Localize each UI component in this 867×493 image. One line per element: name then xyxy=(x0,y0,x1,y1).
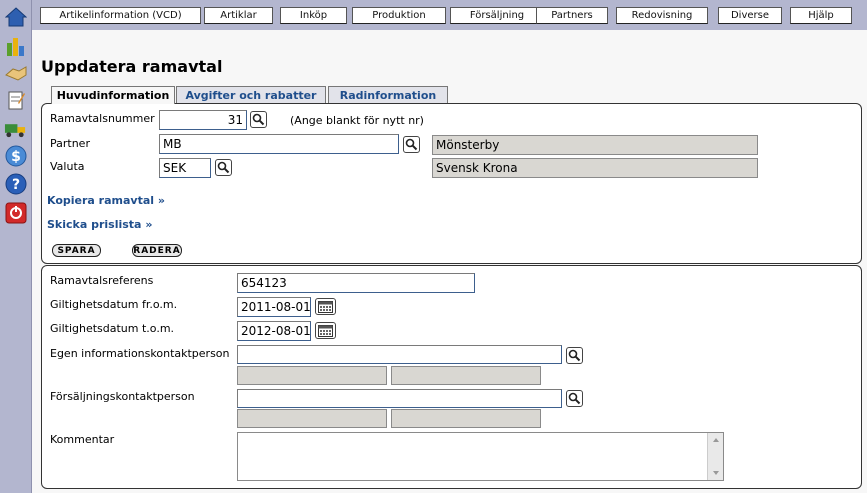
ramavtalsreferens-label: Ramavtalsreferens xyxy=(50,274,154,287)
handshake-icon[interactable] xyxy=(4,61,27,84)
page-title: Uppdatera ramavtal xyxy=(41,57,223,76)
kommentar-textarea[interactable] xyxy=(237,432,724,481)
menu-produktion[interactable]: Produktion xyxy=(352,7,446,24)
giltig-from-label: Giltighetsdatum fr.o.m. xyxy=(50,298,178,311)
menu-partners[interactable]: Partners xyxy=(536,7,608,24)
menu-inkop[interactable]: Inköp xyxy=(280,7,347,24)
valuta-name-display: Svensk Krona xyxy=(432,158,758,178)
search-icon xyxy=(405,138,418,151)
menu-forsaljning[interactable]: Försäljning xyxy=(450,7,544,24)
calendar-icon xyxy=(318,300,333,313)
valuta-label: Valuta xyxy=(50,160,85,173)
home-icon[interactable] xyxy=(4,5,27,28)
help-icon[interactable]: ? xyxy=(4,172,27,195)
partner-label: Partner xyxy=(50,137,90,150)
truck-icon[interactable] xyxy=(4,117,27,140)
ramavtalsnummer-search-button[interactable] xyxy=(250,111,267,128)
kopiera-ramavtal-link[interactable]: Kopiera ramavtal » xyxy=(47,194,165,207)
top-menu-bar: Artikelinformation (VCD) Artiklar Inköp … xyxy=(32,0,867,30)
menu-hjalp[interactable]: Hjälp xyxy=(790,7,852,24)
partner-search-button[interactable] xyxy=(403,136,420,153)
menu-artiklar[interactable]: Artiklar xyxy=(204,7,273,24)
giltig-tom-field[interactable]: 2012-08-01 xyxy=(237,321,311,341)
partner-name-display: Mönsterby xyxy=(432,135,758,155)
menu-diverse[interactable]: Diverse xyxy=(718,7,782,24)
power-icon[interactable] xyxy=(4,201,27,224)
skicka-prislista-link[interactable]: Skicka prislista » xyxy=(47,218,152,231)
forsaljningskontakt-readonly-2 xyxy=(391,409,541,428)
forsaljningskontakt-search-button[interactable] xyxy=(566,390,583,407)
partner-field[interactable]: MB xyxy=(159,134,399,154)
ramavtalsreferens-field[interactable]: 654123 xyxy=(237,273,475,293)
egen-kontaktperson-label: Egen informationskontaktperson xyxy=(50,347,230,360)
notepad-icon[interactable] xyxy=(4,88,27,111)
left-icon-rail: $ ? xyxy=(0,0,31,493)
ramavtalsnummer-field[interactable]: 31 xyxy=(159,110,247,130)
egen-kontaktperson-search-button[interactable] xyxy=(566,347,583,364)
chart-icon[interactable] xyxy=(4,34,27,57)
menu-redovisning[interactable]: Redovisning xyxy=(616,7,708,24)
giltig-from-field[interactable]: 2011-08-01 xyxy=(237,297,311,317)
tab-avgifter-och-rabatter[interactable]: Avgifter och rabatter xyxy=(176,86,326,103)
save-button[interactable]: SPARA xyxy=(52,244,101,257)
menu-artikelinformation[interactable]: Artikelinformation (VCD) xyxy=(40,7,201,24)
svg-text:?: ? xyxy=(11,177,19,193)
tab-huvudinformation[interactable]: Huvudinformation xyxy=(51,86,175,104)
forsaljningskontakt-field[interactable] xyxy=(237,389,562,408)
giltig-tom-calendar-button[interactable] xyxy=(315,322,336,339)
delete-button[interactable]: RADERA xyxy=(132,244,182,257)
ramavtalsnummer-label: Ramavtalsnummer xyxy=(50,112,155,125)
forsaljningskontakt-readonly-1 xyxy=(237,409,387,428)
tab-radinformation[interactable]: Radinformation xyxy=(328,86,448,103)
svg-text:$: $ xyxy=(11,149,21,165)
scroll-down-icon xyxy=(713,471,719,475)
giltig-from-calendar-button[interactable] xyxy=(315,298,336,315)
egen-kontakt-readonly-1 xyxy=(237,366,387,385)
calendar-icon xyxy=(318,324,333,337)
valuta-field[interactable]: SEK xyxy=(159,158,211,178)
valuta-search-button[interactable] xyxy=(215,159,232,176)
search-icon xyxy=(568,349,581,362)
search-icon xyxy=(568,392,581,405)
ramavtalsnummer-hint: (Ange blankt för nytt nr) xyxy=(290,114,424,127)
scroll-up-icon xyxy=(713,438,719,442)
dollar-icon[interactable]: $ xyxy=(4,144,27,167)
egen-kontaktperson-field[interactable] xyxy=(237,345,562,364)
egen-kontakt-readonly-2 xyxy=(391,366,541,385)
kommentar-label: Kommentar xyxy=(50,433,115,446)
kommentar-scrollbar[interactable] xyxy=(707,433,723,480)
forsaljningskontakt-label: Försäljningskontaktperson xyxy=(50,390,195,403)
search-icon xyxy=(252,113,265,126)
search-icon xyxy=(217,161,230,174)
giltig-tom-label: Giltighetsdatum t.o.m. xyxy=(50,322,175,335)
